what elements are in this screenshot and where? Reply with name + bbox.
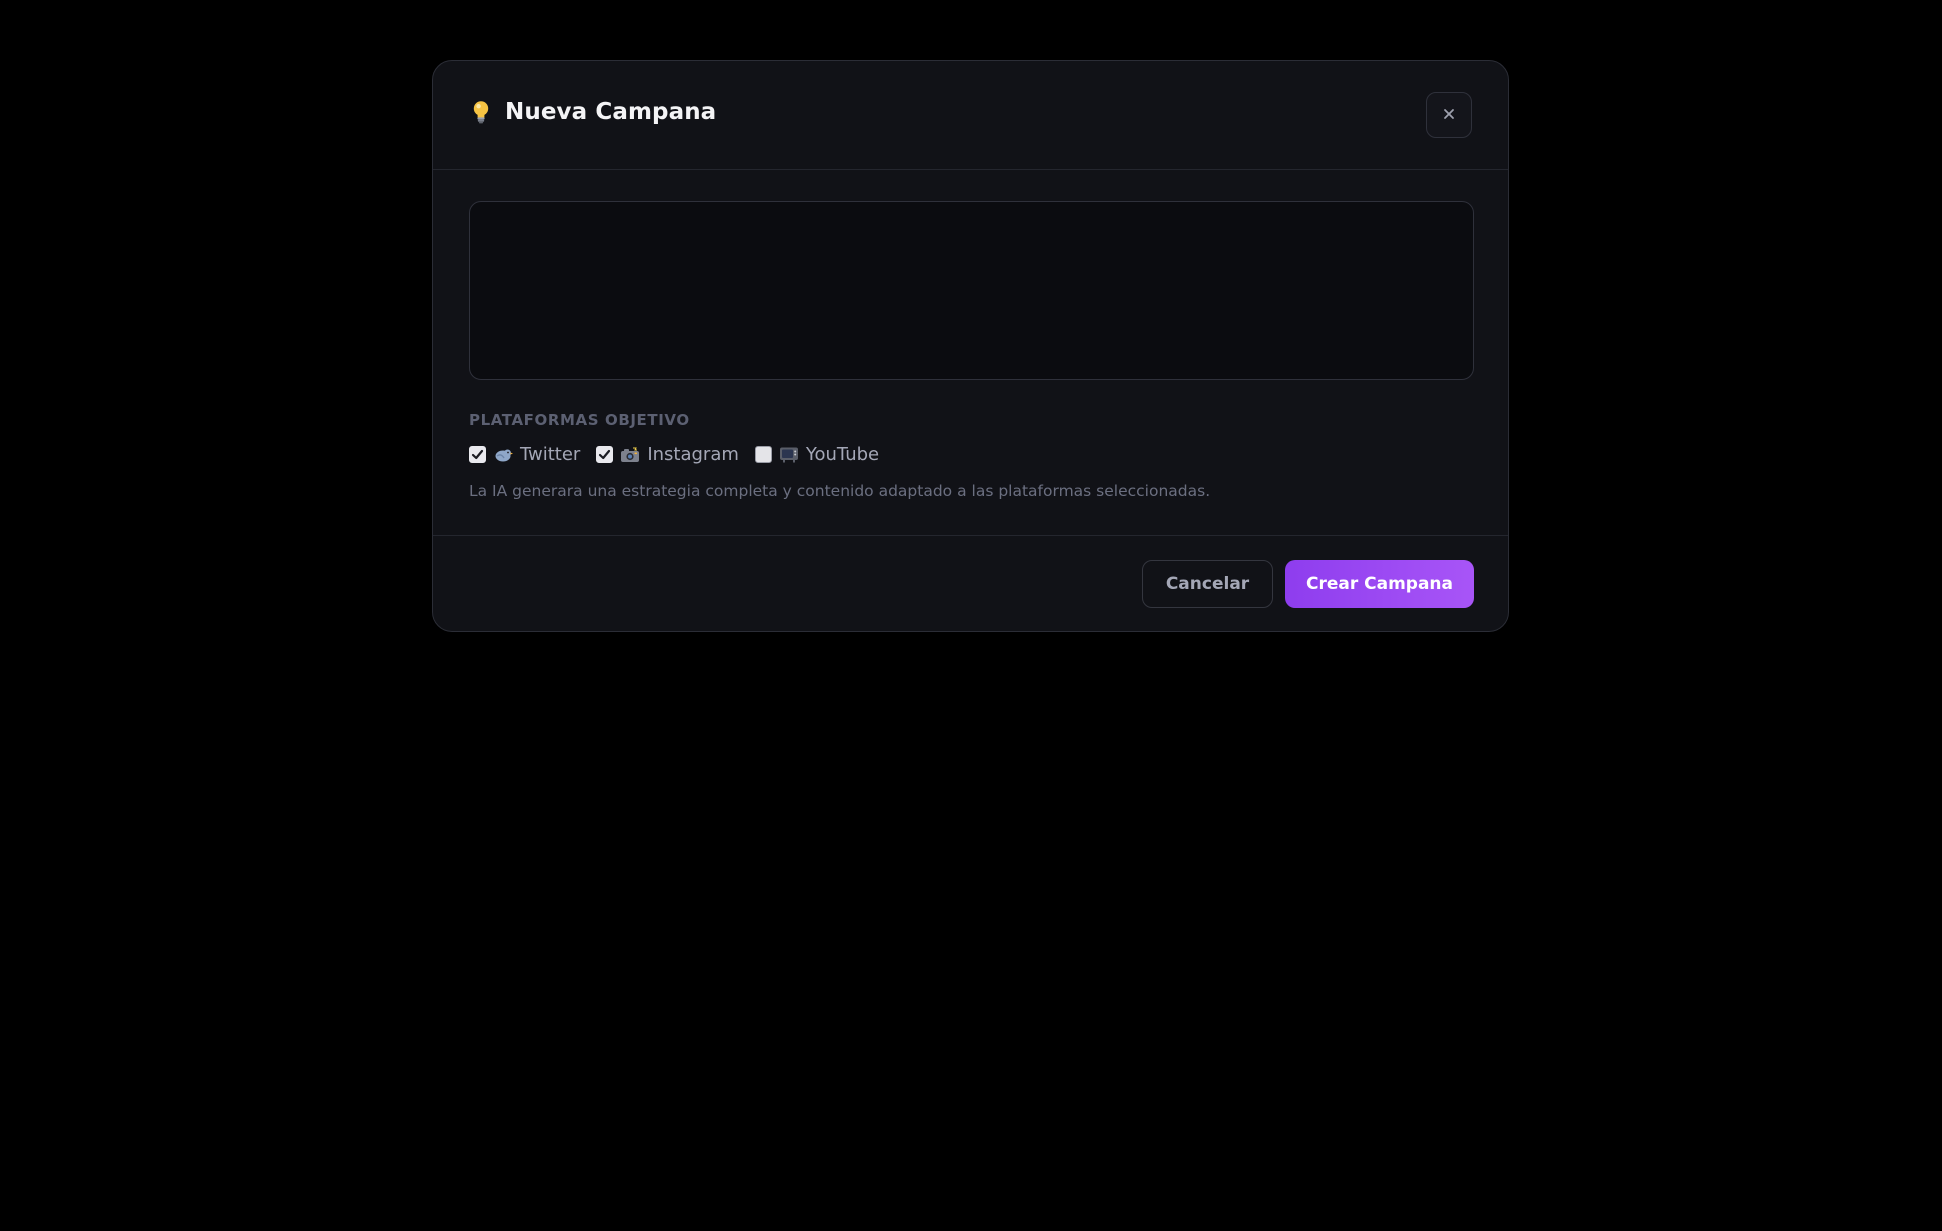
new-campaign-modal: Nueva Campana PLATAFORMAS OBJETIVO Twitt…	[432, 60, 1509, 632]
cancel-button[interactable]: Cancelar	[1142, 560, 1273, 608]
platform-option-twitter[interactable]: Twitter	[469, 444, 580, 465]
checkmark-icon	[599, 449, 611, 460]
lightbulb-icon	[470, 99, 492, 125]
modal-title: Nueva Campana	[505, 99, 717, 125]
platform-option-youtube[interactable]: YouTube	[754, 444, 880, 465]
instagram-checkbox[interactable]	[596, 446, 614, 463]
modal-title-group: Nueva Campana	[470, 99, 716, 125]
create-campaign-button[interactable]: Crear Campana	[1285, 560, 1474, 608]
modal-footer: Cancelar Crear Campana	[433, 536, 1508, 631]
tv-icon	[779, 446, 799, 464]
platform-label: YouTube	[805, 444, 880, 465]
platform-label: Twitter	[520, 444, 581, 465]
hint-text: La IA generara una estrategia completa y…	[469, 482, 1211, 500]
platform-option-instagram[interactable]: Instagram	[596, 444, 739, 465]
platforms-section-label: PLATAFORMAS OBJETIVO	[469, 411, 690, 429]
platform-label: Instagram	[647, 444, 739, 465]
bird-icon	[493, 446, 513, 464]
youtube-checkbox[interactable]	[754, 446, 772, 463]
checkmark-icon	[471, 449, 484, 460]
platform-options: Twitter Instagram YouTube	[469, 444, 879, 465]
close-button[interactable]	[1426, 92, 1472, 138]
modal-body: PLATAFORMAS OBJETIVO Twitter Instagram Y…	[433, 170, 1508, 536]
modal-header: Nueva Campana	[433, 61, 1508, 170]
camera-icon	[620, 446, 640, 464]
campaign-description-input[interactable]	[469, 201, 1474, 380]
close-icon	[1442, 106, 1456, 125]
twitter-checkbox[interactable]	[469, 446, 486, 463]
